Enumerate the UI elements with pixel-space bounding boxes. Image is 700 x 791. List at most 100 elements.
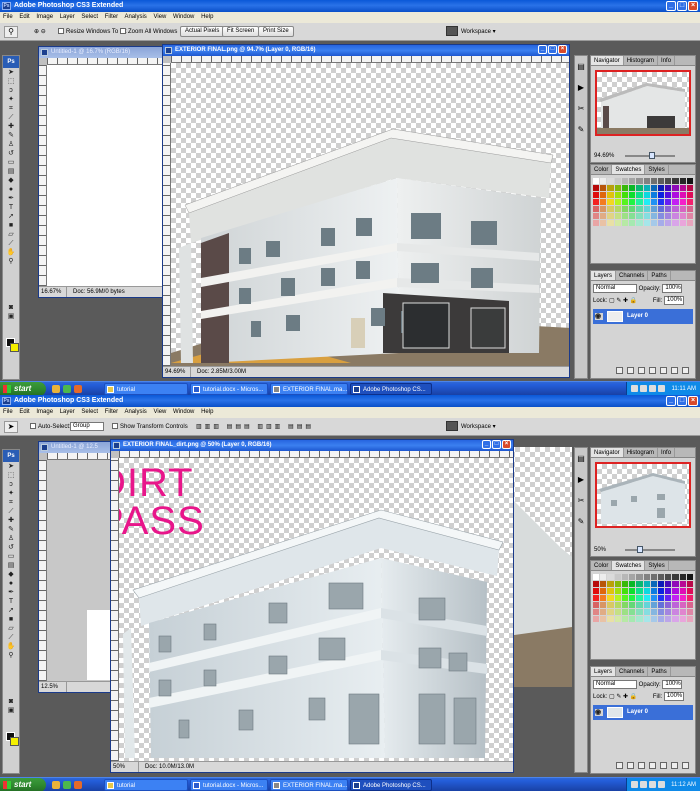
swatch-cell[interactable] [650, 192, 657, 198]
doc-maximize-icon[interactable]: □ [492, 440, 501, 449]
fill-input[interactable]: 100% [663, 692, 684, 701]
zoom-readout[interactable]: 50% [111, 762, 139, 772]
pen-tool-icon[interactable]: ✒ [4, 195, 18, 203]
swatch-grid[interactable] [593, 574, 693, 624]
document-window-exterior[interactable]: EXTERIOR FINAL.png @ 94.7% (Layer 0, RGB… [162, 44, 570, 378]
swatch-cell[interactable] [621, 602, 629, 608]
swatch-cell[interactable] [657, 602, 665, 608]
menu-select[interactable]: Select [81, 409, 98, 415]
lasso-tool-icon[interactable]: ↄ [4, 481, 18, 489]
swatch-cell[interactable] [686, 192, 693, 198]
menu-help[interactable]: Help [201, 409, 213, 415]
navigator-zoom[interactable]: 94.69% [594, 153, 614, 159]
zoom-all-checkbox[interactable]: Zoom All Windows [120, 27, 177, 37]
quick-launch-icon[interactable] [74, 385, 82, 393]
swatch-cell[interactable] [657, 616, 665, 622]
swatch-cell[interactable] [665, 581, 672, 587]
swatch-cell[interactable] [665, 192, 672, 198]
swatch-cell[interactable] [607, 213, 614, 219]
swatch-cell[interactable] [614, 220, 621, 226]
swatch-cell[interactable] [643, 192, 650, 198]
swatch-cell[interactable] [593, 595, 600, 601]
tray-icon[interactable] [640, 781, 647, 788]
zoom-tool-icon[interactable]: ⚲ [4, 652, 18, 660]
swatch-cell[interactable] [686, 581, 693, 587]
path-select-icon[interactable]: ➚ [4, 607, 18, 615]
zoom-readout[interactable]: 12.5% [39, 682, 67, 692]
swatch-cell[interactable] [614, 602, 621, 608]
tab-histogram[interactable]: Histogram [624, 56, 659, 65]
history-panel-icon[interactable]: ▤ [575, 62, 587, 71]
tray-icon[interactable] [658, 385, 665, 392]
swatch-cell[interactable] [621, 609, 629, 615]
doc-maximize-icon[interactable]: □ [548, 45, 557, 54]
background-color-swatch[interactable] [10, 737, 19, 746]
tool-presets-icon[interactable]: ✂ [575, 104, 587, 113]
swatch-cell[interactable] [679, 588, 686, 594]
gradient-tool-icon[interactable]: ▤ [4, 562, 18, 570]
swatch-cell[interactable] [614, 595, 621, 601]
swatch-cell[interactable] [621, 178, 629, 184]
eraser-tool-icon[interactable]: ▭ [4, 159, 18, 167]
menu-image[interactable]: Image [36, 409, 53, 415]
close-icon[interactable]: × [688, 1, 698, 11]
doc-close-icon[interactable]: × [558, 45, 567, 54]
swatch-cell[interactable] [650, 595, 657, 601]
new-layer-icon[interactable] [671, 762, 678, 769]
blend-mode-select[interactable]: Normal [593, 284, 637, 293]
swatch-cell[interactable] [665, 588, 672, 594]
swatch-cell[interactable] [686, 616, 693, 622]
swatch-cell[interactable] [614, 581, 621, 587]
marquee-tool-icon[interactable]: ⬚ [4, 78, 18, 86]
tray-icon[interactable] [649, 781, 656, 788]
swatch-cell[interactable] [665, 199, 672, 205]
history-brush-icon[interactable]: ↺ [4, 544, 18, 552]
brush-tool-icon[interactable]: ✎ [4, 132, 18, 140]
swatch-cell[interactable] [665, 206, 672, 212]
crop-tool-icon[interactable]: ⌗ [4, 105, 18, 113]
move-icon[interactable]: ➤ [4, 421, 18, 433]
swatch-cell[interactable] [629, 185, 636, 191]
swatch-cell[interactable] [643, 220, 650, 226]
swatch-cell[interactable] [650, 199, 657, 205]
zoom-readout[interactable]: 16.67% [39, 287, 67, 297]
swatch-cell[interactable] [614, 588, 621, 594]
swatch-cell[interactable] [679, 609, 686, 615]
swatch-cell[interactable] [593, 220, 600, 226]
swatch-grid[interactable] [593, 178, 693, 228]
navigator-zoom-slider[interactable] [625, 546, 675, 553]
mask-icon[interactable] [638, 367, 645, 374]
swatch-cell[interactable] [657, 199, 665, 205]
tab-histogram[interactable]: Histogram [624, 448, 659, 457]
menu-edit[interactable]: Edit [19, 409, 29, 415]
swatch-cell[interactable] [643, 581, 650, 587]
swatch-cell[interactable] [665, 213, 672, 219]
swatch-cell[interactable] [614, 616, 621, 622]
swatch-cell[interactable] [600, 595, 607, 601]
swatch-cell[interactable] [672, 185, 679, 191]
swatch-cell[interactable] [679, 213, 686, 219]
swatch-cell[interactable] [679, 192, 686, 198]
swatch-cell[interactable] [686, 220, 693, 226]
swatch-cell[interactable] [650, 213, 657, 219]
menu-help[interactable]: Help [201, 14, 213, 20]
show-transform-checkbox[interactable]: Show Transform Controls [112, 422, 188, 432]
swatch-cell[interactable] [665, 178, 672, 184]
fx-icon[interactable] [627, 762, 634, 769]
swatch-cell[interactable] [657, 588, 665, 594]
eyedropper-tool-icon[interactable]: ⟋ [4, 240, 18, 248]
document-canvas[interactable] [47, 65, 165, 286]
swatch-cell[interactable] [665, 574, 672, 580]
start-button[interactable]: start [0, 778, 46, 791]
swatch-cell[interactable] [636, 602, 643, 608]
taskbar-item-active[interactable]: Adobe Photoshop CS... [350, 383, 432, 395]
swatch-cell[interactable] [650, 206, 657, 212]
swatch-cell[interactable] [679, 602, 686, 608]
quick-launch-icon[interactable] [63, 385, 71, 393]
swatch-cell[interactable] [629, 609, 636, 615]
swatch-cell[interactable] [621, 220, 629, 226]
swatch-cell[interactable] [672, 581, 679, 587]
swatch-cell[interactable] [629, 206, 636, 212]
swatch-cell[interactable] [657, 185, 665, 191]
swatch-cell[interactable] [665, 185, 672, 191]
